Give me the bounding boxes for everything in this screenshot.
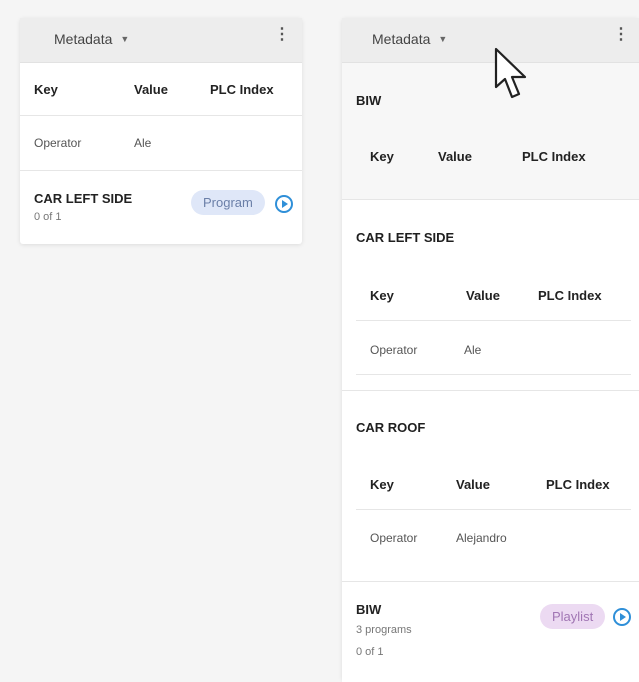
table-row: Operator Ale <box>20 116 302 170</box>
right-metadata-dropdown[interactable]: Metadata ▼ <box>372 31 447 47</box>
group-title: CAR LEFT SIDE <box>356 230 455 245</box>
col-value: Value <box>456 477 490 492</box>
playlist-badge[interactable]: Playlist <box>540 604 606 629</box>
col-value: Value <box>466 288 500 303</box>
right-dropdown-label: Metadata <box>372 31 431 47</box>
divider <box>356 374 631 375</box>
row-value: Ale <box>134 136 152 150</box>
program-progress: 0 of 1 <box>34 211 62 223</box>
col-value: Value <box>438 149 472 164</box>
divider <box>356 509 631 510</box>
program-title: CAR LEFT SIDE <box>34 191 133 206</box>
caret-down-icon: ▼ <box>120 34 130 44</box>
row-key: Operator <box>34 136 82 150</box>
row-key: Operator <box>370 343 418 357</box>
col-key: Key <box>34 81 58 97</box>
metadata-group-biw: BIW Key Value PLC Index <box>342 63 639 199</box>
col-plc-index: PLC Index <box>546 477 610 492</box>
play-circle-icon[interactable] <box>612 607 632 627</box>
left-dropdown-label: Metadata <box>54 31 113 47</box>
group-title: BIW <box>356 93 382 108</box>
play-circle-icon[interactable] <box>274 194 294 214</box>
left-metadata-panel: Metadata ▼ ⋮ Key Value PLC Index Operato… <box>20 18 302 244</box>
left-kv-header: Key Value PLC Index <box>20 63 302 115</box>
right-metadata-panel: Metadata ▼ ⋮ BIW Key Value PLC Index CAR… <box>342 18 639 682</box>
left-metadata-dropdown[interactable]: Metadata ▼ <box>54 31 129 47</box>
playlist-program-count: 3 programs <box>356 624 412 636</box>
metadata-group-car-left-side: CAR LEFT SIDE Key Value PLC Index Operat… <box>342 199 639 390</box>
col-key: Key <box>370 477 394 492</box>
row-value: Ale <box>464 343 482 357</box>
playlist-title: BIW <box>356 602 382 617</box>
col-plc-index: PLC Index <box>538 288 602 303</box>
more-vertical-icon[interactable]: ⋮ <box>274 27 290 43</box>
divider <box>356 320 631 321</box>
col-key: Key <box>370 149 394 164</box>
col-plc-index: PLC Index <box>522 149 586 164</box>
col-key: Key <box>370 288 394 303</box>
caret-down-icon: ▼ <box>438 34 448 44</box>
metadata-group-car-roof: CAR ROOF Key Value PLC Index Operator Al… <box>342 390 639 581</box>
group-title: CAR ROOF <box>356 420 426 435</box>
col-plc-index: PLC Index <box>210 81 274 97</box>
row-value: Alejandro <box>456 531 507 545</box>
row-key: Operator <box>370 531 418 545</box>
playlist-list-item[interactable]: BIW 3 programs 0 of 1 Playlist <box>342 581 639 682</box>
left-panel-header: Metadata ▼ ⋮ <box>20 18 302 63</box>
more-vertical-icon[interactable]: ⋮ <box>613 27 629 43</box>
program-badge[interactable]: Program <box>191 190 265 215</box>
right-panel-header: Metadata ▼ ⋮ <box>342 18 639 63</box>
playlist-progress: 0 of 1 <box>356 646 384 658</box>
col-value: Value <box>134 81 168 97</box>
program-list-item[interactable]: CAR LEFT SIDE 0 of 1 Program <box>20 171 302 246</box>
